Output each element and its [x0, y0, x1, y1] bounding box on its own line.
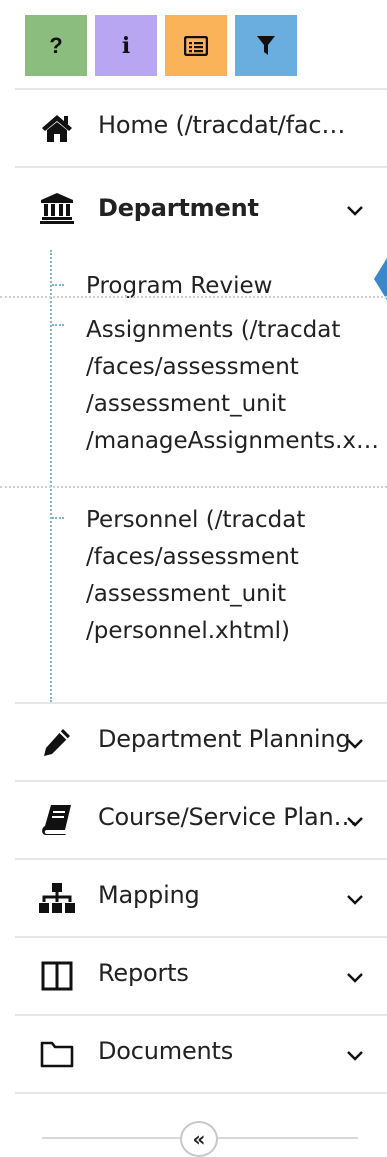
chevron-down-icon[interactable] — [343, 1043, 367, 1067]
info-icon: i — [121, 32, 131, 59]
tree-connector — [52, 324, 64, 326]
nav-item-documents[interactable]: Documents — [0, 1016, 387, 1092]
nav-item-label: Department Planning — [98, 725, 351, 753]
chevron-down-icon[interactable] — [343, 809, 367, 833]
columns-icon — [37, 956, 77, 996]
submenu-item-assignments[interactable]: Assignments (/tracdat /faces/assessment … — [50, 312, 387, 482]
folder-icon — [37, 1034, 77, 1074]
chevron-down-icon[interactable] — [343, 731, 367, 755]
filter-button[interactable] — [235, 15, 297, 76]
chevron-down-icon[interactable] — [343, 887, 367, 911]
nav-item-label: Home (/tracdat/fac… — [98, 111, 346, 139]
tree-connector — [52, 517, 64, 519]
submenu-item-program-review[interactable]: Program Review — [50, 258, 387, 299]
list-view-button[interactable] — [165, 15, 227, 76]
chevron-down-icon[interactable] — [343, 198, 367, 222]
nav-item-department[interactable]: Department — [0, 168, 387, 248]
home-icon — [37, 108, 77, 148]
nav-item-department-planning[interactable]: Department Planning — [0, 704, 387, 780]
question-icon: ? — [49, 32, 63, 58]
submenu-item-label: Assignments (/tracdat /faces/assessment … — [86, 317, 379, 454]
nav-item-label: Reports — [98, 959, 189, 987]
book-icon — [37, 800, 77, 840]
tree-connector — [52, 284, 64, 286]
nav-item-label: Mapping — [98, 881, 200, 909]
collapse-divider — [42, 1137, 180, 1139]
nav-item-reports[interactable]: Reports — [0, 938, 387, 1014]
institution-icon — [37, 188, 77, 228]
nav-item-mapping[interactable]: Mapping — [0, 860, 387, 936]
help-button[interactable]: ? — [25, 15, 87, 76]
double-left-icon: « — [192, 1127, 206, 1151]
nav-item-course-service-plan[interactable]: Course/Service Plan… — [0, 782, 387, 858]
active-marker — [374, 258, 387, 300]
info-button[interactable]: i — [95, 15, 157, 76]
toolbar: ? i — [25, 15, 297, 76]
nav-item-label: Department — [98, 194, 259, 222]
chevron-down-icon[interactable] — [343, 965, 367, 989]
divider — [0, 296, 387, 298]
submenu-item-label: Personnel (/tracdat /faces/assessment /a… — [86, 507, 306, 644]
nav-item-label: Documents — [98, 1037, 234, 1065]
sitemap-icon — [37, 878, 77, 918]
divider — [15, 1092, 387, 1094]
list-icon — [184, 35, 208, 56]
collapse-sidebar-button[interactable]: « — [180, 1121, 218, 1157]
submenu-item-label: Program Review — [86, 273, 273, 299]
filter-icon — [257, 35, 275, 55]
nav-item-label: Course/Service Plan… — [98, 803, 358, 831]
pencil-icon — [37, 722, 77, 762]
collapse-divider — [218, 1137, 358, 1139]
submenu-item-personnel[interactable]: Personnel (/tracdat /faces/assessment /a… — [50, 502, 387, 672]
nav-item-home[interactable]: Home (/tracdat/fac… — [0, 90, 387, 166]
divider — [0, 486, 387, 488]
